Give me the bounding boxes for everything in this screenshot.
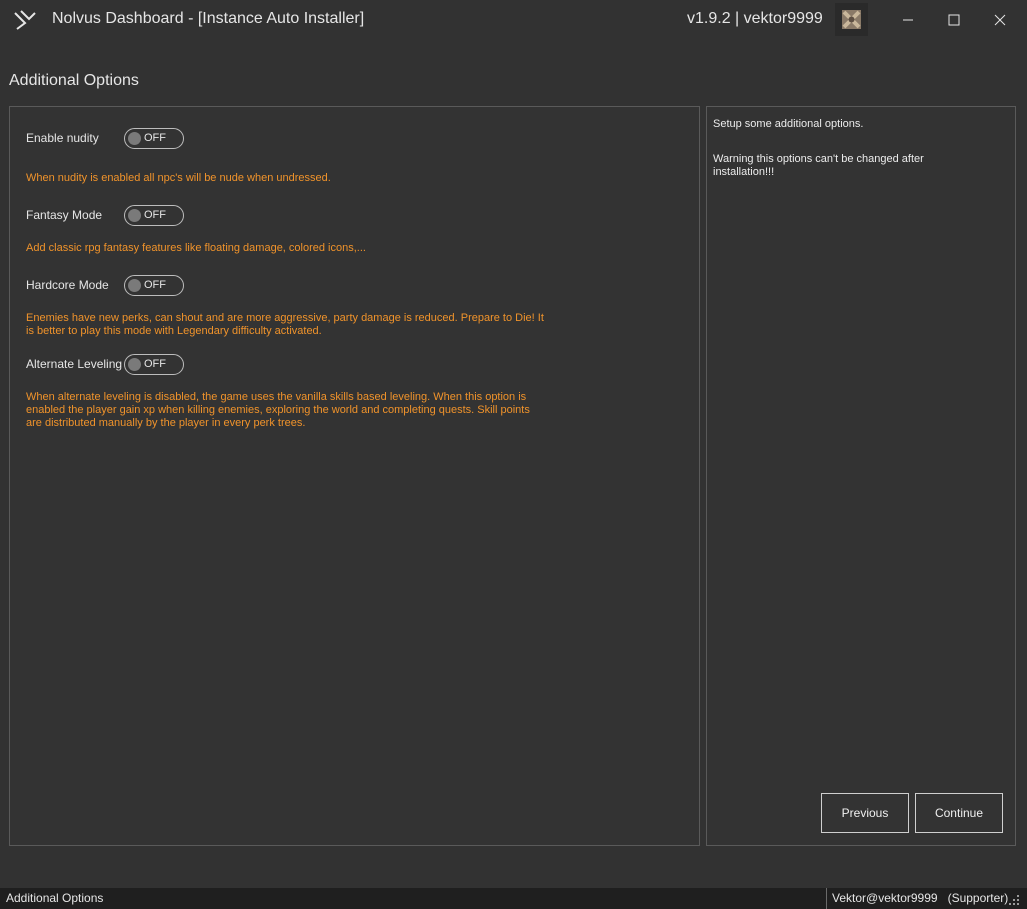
close-button[interactable] xyxy=(977,0,1023,40)
option-description-alternate-leveling: When alternate leveling is disabled, the… xyxy=(26,391,530,429)
page-title: Additional Options xyxy=(9,72,139,89)
option-description-nudity: When nudity is enabled all npc's will be… xyxy=(26,172,331,184)
status-user: Vektor@vektor9999 (Supporter) xyxy=(826,888,1008,909)
warning-text: Warning this options can't be changed af… xyxy=(713,153,924,178)
previous-button[interactable]: Previous xyxy=(821,793,909,833)
toggle-state: OFF xyxy=(144,279,166,291)
status-user-label: Vektor@vektor9999 (Supporter) xyxy=(832,891,1009,905)
resize-grip-icon[interactable] xyxy=(1007,893,1021,907)
toggle-knob xyxy=(128,279,141,292)
toggle-fantasy[interactable]: OFF xyxy=(124,205,184,226)
toggle-nudity[interactable]: OFF xyxy=(124,128,184,149)
toggle-knob xyxy=(128,209,141,222)
maximize-button[interactable] xyxy=(931,0,977,40)
options-panel: Enable nudity OFF When nudity is enabled… xyxy=(9,106,700,846)
info-panel: Setup some additional options. Warning t… xyxy=(706,106,1016,846)
toggle-knob xyxy=(128,358,141,371)
option-label-alternate-leveling: Alternate Leveling xyxy=(26,357,123,371)
option-description-fantasy: Add classic rpg fantasy features like fl… xyxy=(26,242,366,254)
toggle-state: OFF xyxy=(144,209,166,221)
option-label-fantasy: Fantasy Mode xyxy=(26,208,103,222)
minimize-button[interactable] xyxy=(885,0,931,40)
toggle-knob xyxy=(128,132,141,145)
toggle-hardcore[interactable]: OFF xyxy=(124,275,184,296)
status-page-label: Additional Options xyxy=(6,891,104,905)
title-bar: Nolvus Dashboard - [Instance Auto Instal… xyxy=(0,0,1027,40)
status-bar: Additional Options Vektor@vektor9999 (Su… xyxy=(0,888,1027,909)
continue-button[interactable]: Continue xyxy=(915,793,1003,833)
option-label-hardcore: Hardcore Mode xyxy=(26,278,109,292)
maximize-icon xyxy=(948,14,960,26)
option-description-hardcore: Enemies have new perks, can shout and ar… xyxy=(26,312,544,337)
minimize-icon xyxy=(903,19,913,21)
version-user-label: v1.9.2 | vektor9999 xyxy=(687,10,823,27)
toggle-state: OFF xyxy=(144,358,166,370)
option-label-nudity: Enable nudity xyxy=(26,131,99,145)
toggle-state: OFF xyxy=(144,132,166,144)
toggle-alternate-leveling[interactable]: OFF xyxy=(124,354,184,375)
info-text: Setup some additional options. xyxy=(713,118,864,130)
avatar-image-icon xyxy=(842,10,861,29)
close-icon xyxy=(994,14,1006,26)
nolvus-logo-icon xyxy=(14,10,36,30)
user-avatar[interactable] xyxy=(835,3,868,36)
window-title: Nolvus Dashboard - [Instance Auto Instal… xyxy=(52,10,365,27)
